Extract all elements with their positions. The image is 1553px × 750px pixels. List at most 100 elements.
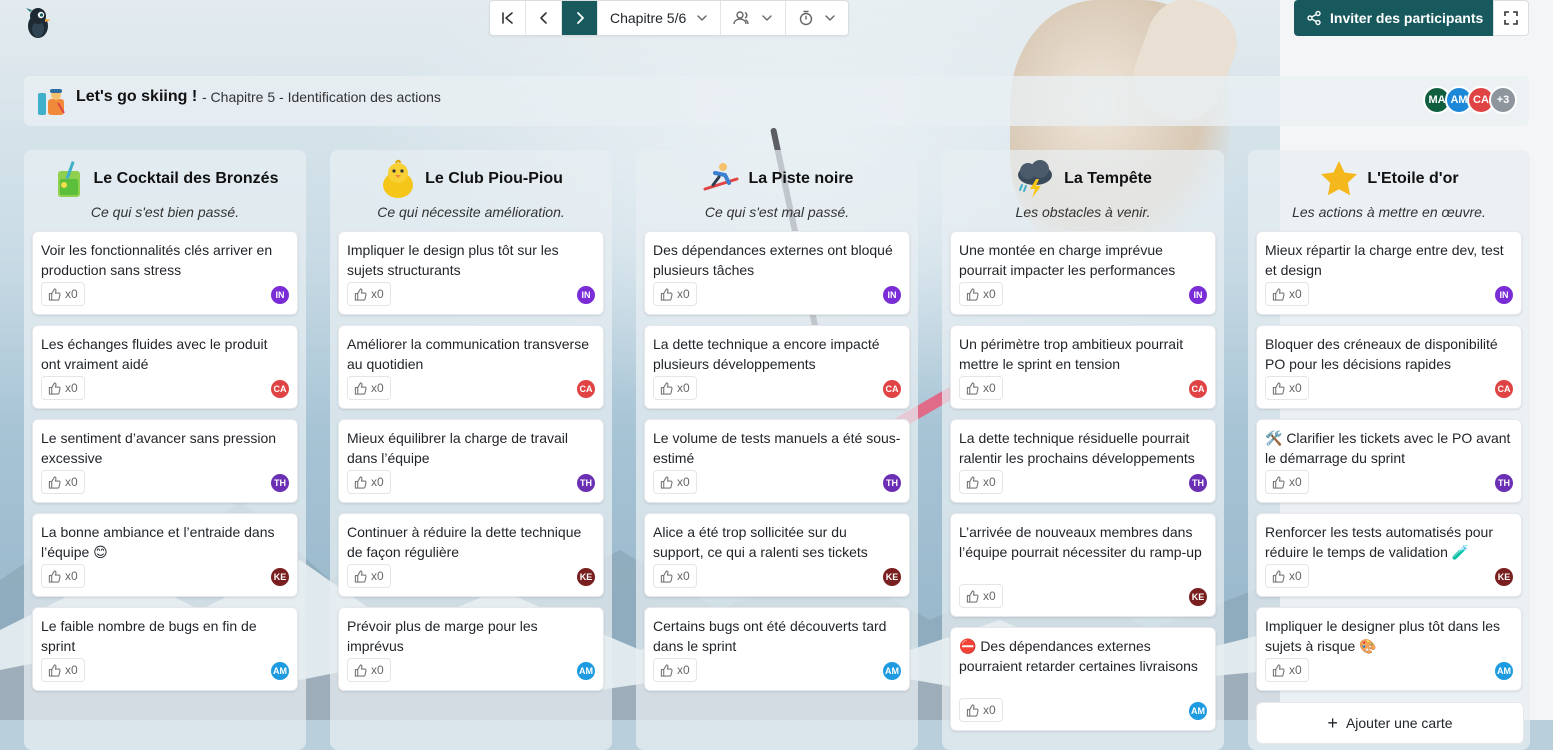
like-button[interactable]: x0 [41, 564, 85, 588]
next-chapter-button[interactable] [562, 1, 598, 35]
author-avatar: AM [1189, 702, 1207, 720]
like-count: x0 [65, 475, 78, 489]
thumbs-up-icon [1272, 475, 1285, 489]
card[interactable]: Impliquer le designer plus tôt dans les … [1256, 607, 1522, 691]
card[interactable]: La dette technique a encore impacté plus… [644, 325, 910, 409]
like-button[interactable]: x0 [653, 282, 697, 306]
session-title: Let's go skiing ! [76, 88, 198, 105]
like-count: x0 [677, 663, 690, 677]
previous-chapter-button[interactable] [526, 1, 562, 35]
author-avatar: KE [1189, 588, 1207, 606]
card-text: Le sentiment d’avancer sans pression exc… [41, 430, 277, 466]
card[interactable]: Un périmètre trop ambitieux pourrait met… [950, 325, 1216, 409]
card-text: Alice a été trop sollicitée sur du suppo… [653, 524, 868, 560]
plus-icon: + [1327, 713, 1338, 733]
like-button[interactable]: x0 [959, 584, 1003, 608]
card[interactable]: Les échanges fluides avec le produit ont… [32, 325, 298, 409]
author-avatar: IN [271, 286, 289, 304]
card[interactable]: Renforcer les tests automatisés pour réd… [1256, 513, 1522, 597]
penguin-logo-icon[interactable] [22, 6, 54, 40]
like-button[interactable]: x0 [1265, 376, 1309, 400]
chapter-selector[interactable]: Chapitre 5/6 [598, 1, 722, 35]
chevron-right-icon [576, 12, 584, 24]
invite-participants-button[interactable]: Inviter des participants [1294, 0, 1499, 36]
column-title: L'Etoile d'or [1367, 170, 1459, 187]
like-button[interactable]: x0 [653, 564, 697, 588]
card[interactable]: La bonne ambiance et l’entraide dans l’é… [32, 513, 298, 597]
first-chapter-button[interactable] [490, 1, 526, 35]
like-button[interactable]: x0 [41, 470, 85, 494]
participants-dropdown[interactable] [721, 1, 787, 35]
like-button[interactable]: x0 [959, 282, 1003, 306]
column-subtitle: Ce qui s'est mal passé. [704, 204, 850, 220]
like-button[interactable]: x0 [653, 376, 697, 400]
card[interactable]: Impliquer le design plus tôt sur les suj… [338, 231, 604, 315]
card[interactable]: Certains bugs ont été découverts tard da… [644, 607, 910, 691]
author-avatar: CA [883, 380, 901, 398]
like-button[interactable]: x0 [1265, 564, 1309, 588]
fullscreen-button[interactable] [1493, 0, 1529, 36]
like-button[interactable]: x0 [41, 376, 85, 400]
thumbs-up-icon [966, 381, 979, 395]
card[interactable]: Bloquer des créneaux de disponibilité PO… [1256, 325, 1522, 409]
timer-dropdown[interactable] [786, 1, 848, 35]
card[interactable]: Améliorer la communication transverse au… [338, 325, 604, 409]
like-count: x0 [1289, 381, 1302, 395]
like-button[interactable]: x0 [41, 658, 85, 682]
like-button[interactable]: x0 [959, 376, 1003, 400]
like-button[interactable]: x0 [653, 470, 697, 494]
like-button[interactable]: x0 [347, 282, 391, 306]
column-title: La Tempête [1064, 170, 1152, 187]
card[interactable]: L’arrivée de nouveaux membres dans l’équ… [950, 513, 1216, 617]
like-button[interactable]: x0 [347, 470, 391, 494]
like-button[interactable]: x0 [347, 376, 391, 400]
card[interactable]: ⛔ Des dépendances externes pourraient re… [950, 627, 1216, 731]
thumbs-up-icon [660, 663, 673, 677]
invite-label: Inviter des participants [1330, 10, 1484, 26]
thumbs-up-icon [660, 287, 673, 301]
more-participants-badge[interactable]: +3 [1489, 86, 1517, 114]
author-avatar: TH [883, 474, 901, 492]
like-count: x0 [983, 703, 996, 717]
card[interactable]: Voir les fonctionnalités clés arriver en… [32, 231, 298, 315]
card[interactable]: Alice a été trop sollicitée sur du suppo… [644, 513, 910, 597]
card-text: ⛔ Des dépendances externes pourraient re… [959, 638, 1198, 674]
like-count: x0 [371, 663, 384, 677]
column-subtitle: Les actions à mettre en œuvre. [1292, 204, 1486, 220]
card[interactable]: Mieux équilibrer la charge de travail da… [338, 419, 604, 503]
author-avatar: IN [1189, 286, 1207, 304]
like-button[interactable]: x0 [959, 470, 1003, 494]
card[interactable]: La dette technique résiduelle pourrait r… [950, 419, 1216, 503]
card[interactable]: Des dépendances externes ont bloqué plus… [644, 231, 910, 315]
like-count: x0 [677, 381, 690, 395]
thumbs-up-icon [1272, 381, 1285, 395]
like-button[interactable]: x0 [1265, 282, 1309, 306]
like-button[interactable]: x0 [653, 658, 697, 682]
star-icon [1321, 161, 1358, 196]
like-count: x0 [983, 475, 996, 489]
participant-avatars[interactable]: MA AM CA +3 [1423, 86, 1517, 114]
thumbs-up-icon [966, 475, 979, 489]
like-button[interactable]: x0 [1265, 470, 1309, 494]
card[interactable]: Une montée en charge imprévue pourrait i… [950, 231, 1216, 315]
author-avatar: TH [271, 474, 289, 492]
card-text: La bonne ambiance et l’entraide dans l’é… [41, 524, 275, 560]
card[interactable]: Le faible nombre de bugs en fin de sprin… [32, 607, 298, 691]
skip-first-icon [501, 12, 513, 24]
card-text: Prévoir plus de marge pour les imprévus [347, 618, 538, 654]
thumbs-up-icon [1272, 663, 1285, 677]
like-button[interactable]: x0 [347, 564, 391, 588]
card[interactable]: Prévoir plus de marge pour les imprévus … [338, 607, 604, 691]
add-card-button[interactable]: + Ajouter une carte [1256, 702, 1524, 744]
author-avatar: IN [577, 286, 595, 304]
like-count: x0 [677, 475, 690, 489]
card[interactable]: 🛠️ Clarifier les tickets avec le PO avan… [1256, 419, 1522, 503]
like-button[interactable]: x0 [347, 658, 391, 682]
card[interactable]: Le volume de tests manuels a été sous-es… [644, 419, 910, 503]
card[interactable]: Le sentiment d’avancer sans pression exc… [32, 419, 298, 503]
like-button[interactable]: x0 [959, 698, 1003, 722]
card[interactable]: Continuer à réduire la dette technique d… [338, 513, 604, 597]
card[interactable]: Mieux répartir la charge entre dev, test… [1256, 231, 1522, 315]
like-button[interactable]: x0 [1265, 658, 1309, 682]
like-button[interactable]: x0 [41, 282, 85, 306]
